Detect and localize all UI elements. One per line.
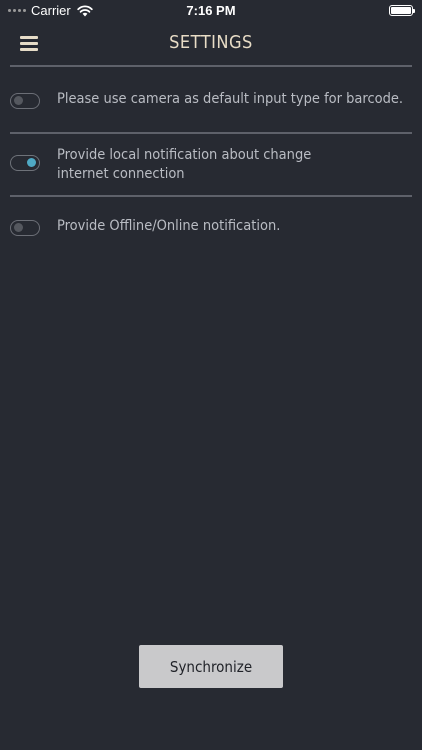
setting-camera-default: Please use camera as default input type … [10,90,412,109]
setting-label-line: Provide Offline/Online notification. [57,218,281,234]
setting-label: Please use camera as default input type … [57,90,403,109]
setting-offline-online: Provide Offline/Online notification. [10,217,412,236]
setting-local-notification: Provide local notification about change … [10,146,412,184]
toggle-camera-default[interactable] [10,93,40,109]
page-title: SETTINGS [169,32,253,53]
toggle-knob [27,158,36,167]
setting-label-line: Please use camera as default input type … [57,91,404,107]
toggle-offline-online[interactable] [10,220,40,236]
setting-label: Provide Offline/Online notification. [57,217,280,236]
toggle-local-notification[interactable] [10,155,40,171]
setting-label-line: Provide local notification about change [57,147,312,163]
divider [10,65,412,67]
status-time: 7:16 PM [186,3,236,18]
divider [10,132,412,134]
synchronize-button[interactable]: Synchronize [139,645,283,688]
toggle-knob [14,96,23,105]
setting-label-line: internet connection [57,166,185,182]
setting-label: Provide local notification about change … [57,146,311,184]
battery-icon [389,5,415,16]
divider [10,195,412,197]
status-bar: Carrier 7:16 PM [0,0,422,22]
toggle-knob [14,223,23,232]
app-header: SETTINGS [0,24,422,64]
